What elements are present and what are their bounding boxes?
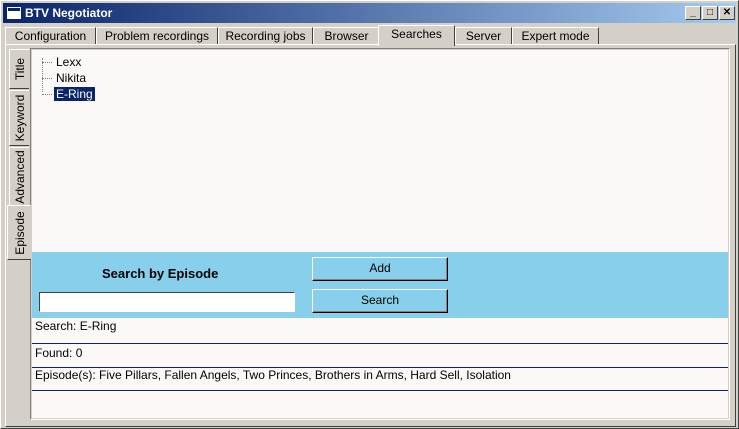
side-tab-advanced[interactable]: Advanced <box>9 147 29 206</box>
episode-search-input[interactable] <box>39 292 295 312</box>
tab-recording-jobs[interactable]: Recording jobs <box>218 27 313 45</box>
result-episodes-line: Episode(s): Five Pillars, Fallen Angels,… <box>32 368 728 391</box>
tab-server[interactable]: Server <box>455 27 512 45</box>
side-tab-title-label: Title <box>12 57 27 81</box>
main-tab-strip: Configuration Problem recordings Recordi… <box>5 25 735 46</box>
tab-problem-recordings[interactable]: Problem recordings <box>96 27 218 45</box>
tab-searches[interactable]: Searches <box>378 25 455 46</box>
search-button[interactable]: Search <box>312 289 448 313</box>
minimize-button[interactable]: _ <box>685 6 701 20</box>
tab-browser[interactable]: Browser <box>313 27 380 45</box>
tree-connector <box>42 58 43 92</box>
title-bar[interactable]: BTV Negotiator _ □ ✕ <box>3 3 736 23</box>
add-button[interactable]: Add <box>312 257 448 281</box>
app-window: BTV Negotiator _ □ ✕ Configuration Probl… <box>0 0 739 429</box>
result-found-line: Found: 0 <box>32 344 728 368</box>
saved-searches-tree[interactable]: Lexx Nikita E-Ring <box>32 50 728 252</box>
panel-heading: Search by Episode <box>102 266 219 281</box>
side-tab-title[interactable]: Title <box>9 49 29 89</box>
close-button[interactable]: ✕ <box>719 6 735 20</box>
window-title: BTV Negotiator <box>25 6 113 20</box>
tree-item-label: Lexx <box>56 55 82 69</box>
app-window-icon <box>6 6 22 20</box>
episode-search-page: Lexx Nikita E-Ring Search by Episode Add… <box>30 48 730 420</box>
tree-item-label: E-Ring <box>53 86 96 102</box>
result-empty-line <box>32 391 728 417</box>
side-tab-episode[interactable]: Episode <box>7 205 31 260</box>
side-tab-keyword-label: Keyword <box>12 94 27 142</box>
tree-connector <box>42 94 52 95</box>
side-tab-episode-label: Episode <box>12 210 27 255</box>
tree-connector <box>42 62 52 63</box>
search-results: Search: E-Ring Found: 0 Episode(s): Five… <box>32 318 728 418</box>
tab-expert-mode[interactable]: Expert mode <box>512 27 599 45</box>
result-search-line: Search: E-Ring <box>32 318 728 344</box>
side-tab-keyword[interactable]: Keyword <box>9 90 29 146</box>
tree-item-label: Nikita <box>56 71 87 85</box>
tree-connector <box>42 78 52 79</box>
side-tab-advanced-label: Advanced <box>12 149 27 204</box>
maximize-button[interactable]: □ <box>702 6 718 20</box>
tab-configuration[interactable]: Configuration <box>5 27 96 45</box>
search-by-episode-panel: Search by Episode Add Search <box>32 252 728 318</box>
